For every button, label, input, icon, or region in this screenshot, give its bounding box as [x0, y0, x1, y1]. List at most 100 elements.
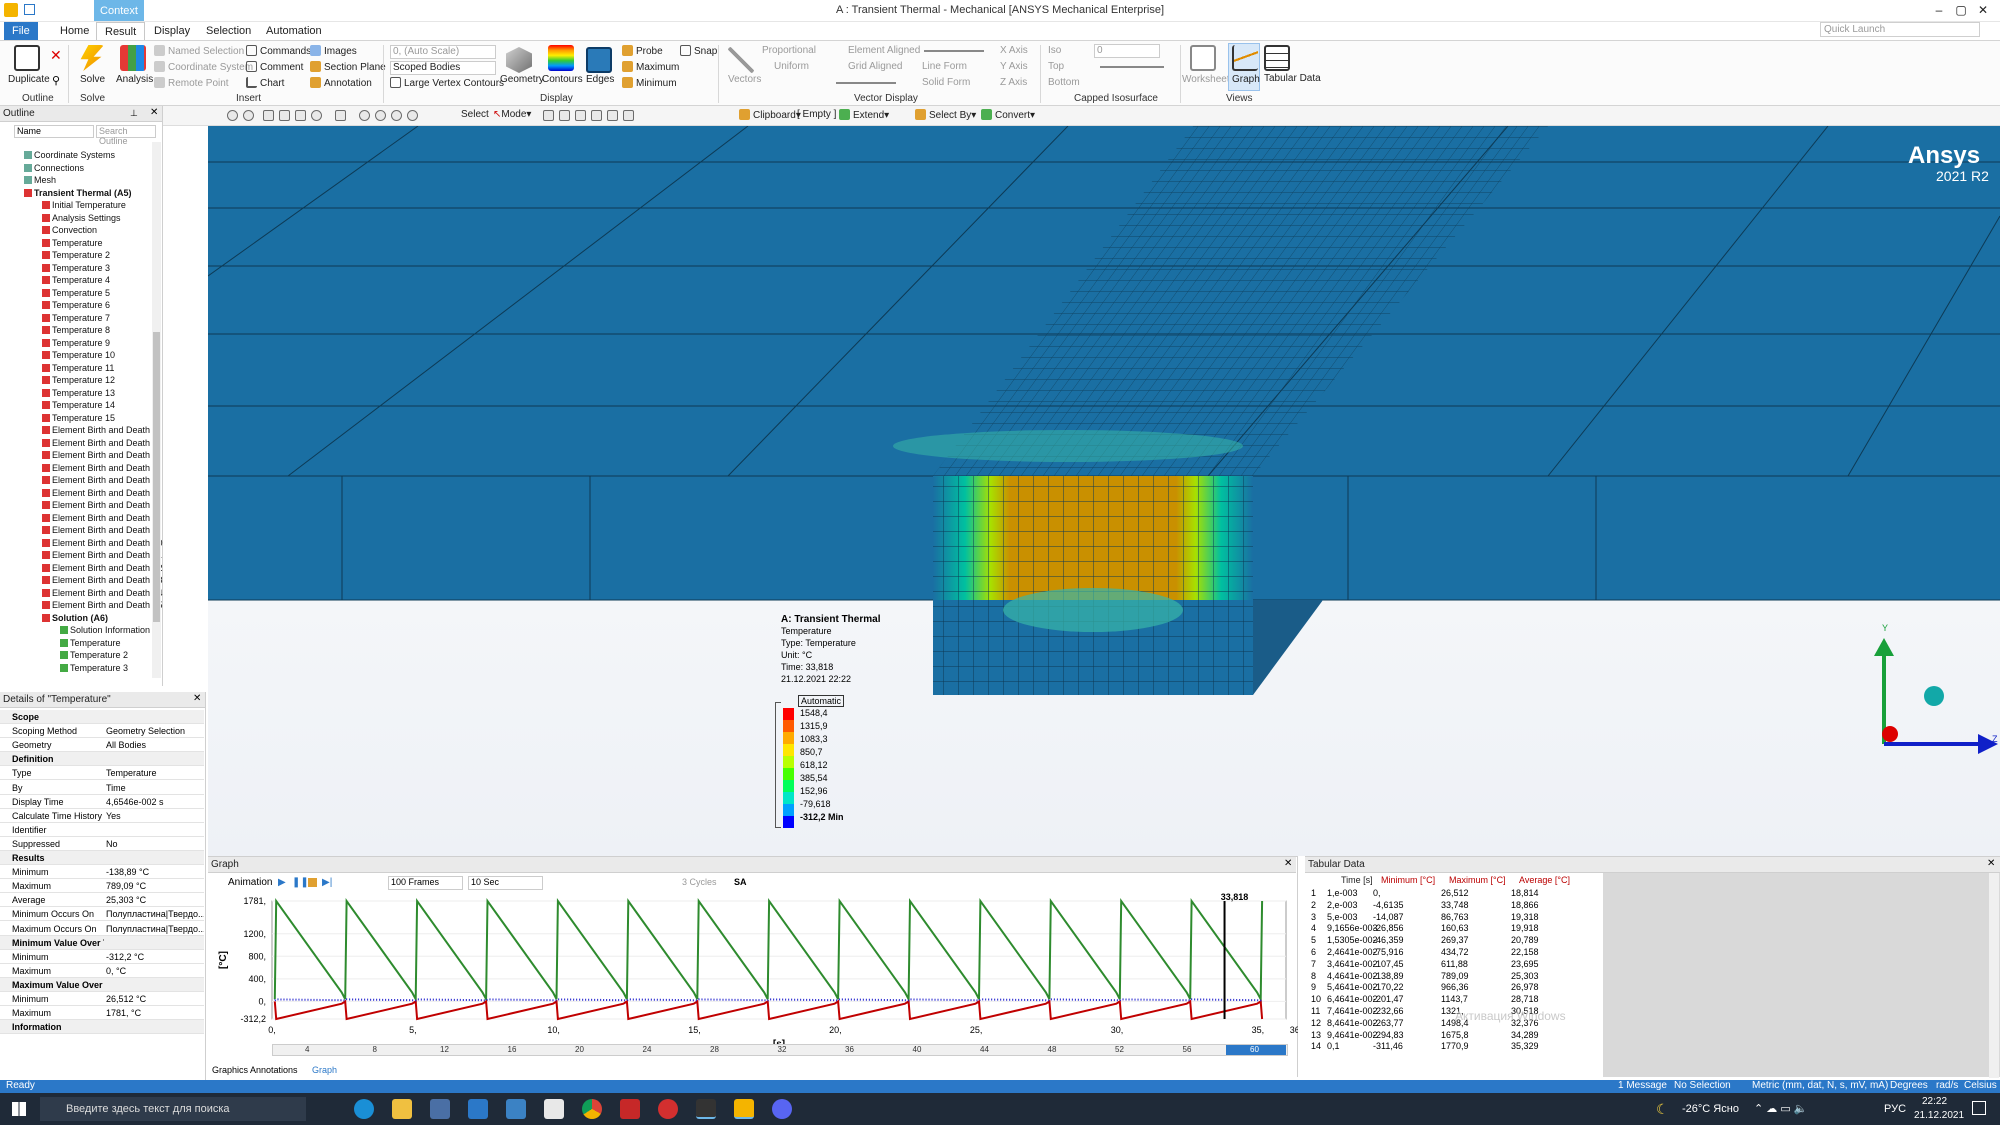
- status-messages[interactable]: 1 Message: [1618, 1080, 1667, 1091]
- element-aligned-button[interactable]: Element Aligned: [848, 45, 920, 56]
- tabular-cell[interactable]: -107,45: [1373, 959, 1437, 971]
- tab-file[interactable]: File: [4, 22, 38, 40]
- analysis-icon[interactable]: [120, 45, 146, 71]
- proportional-button[interactable]: Proportional: [762, 45, 816, 56]
- commands-button[interactable]: Commands: [246, 45, 311, 57]
- scoped-bodies-select[interactable]: Scoped Bodies: [390, 61, 496, 75]
- outline-tree-item[interactable]: Temperature 14: [42, 400, 115, 410]
- tab-result[interactable]: Result: [96, 22, 146, 40]
- contours-icon[interactable]: [548, 45, 574, 71]
- vector-density-slider[interactable]: [836, 82, 896, 84]
- details-value[interactable]: Geometry Selection: [106, 726, 204, 736]
- minimize-icon[interactable]: –: [1930, 3, 1948, 19]
- details-row[interactable]: By Time: [0, 781, 204, 795]
- outline-tree-item[interactable]: Transient Thermal (A5): [24, 188, 132, 198]
- top-button[interactable]: Top: [1048, 61, 1064, 72]
- details-value[interactable]: 1781, °C: [106, 1008, 204, 1018]
- iso-value-input[interactable]: 0: [1094, 44, 1160, 58]
- x-axis-button[interactable]: X Axis: [1000, 45, 1028, 56]
- outline-tree-item[interactable]: Temperature 3: [42, 263, 110, 273]
- play-icon[interactable]: ▶: [278, 877, 286, 888]
- large-vertex-checkbox[interactable]: Large Vertex Contours: [390, 77, 504, 89]
- weather-icon[interactable]: ☾: [1656, 1101, 1669, 1118]
- details-section-header[interactable]: Maximum Value Over Time: [0, 977, 204, 992]
- outline-tree-item[interactable]: Element Birth and Death 12: [42, 563, 163, 573]
- time-history-chart[interactable]: 1781,1200,800,400,0,-312,20, 5, 10, 15, 20, 2…: [208, 891, 1298, 1051]
- tabular-cell[interactable]: -232,66: [1373, 1006, 1437, 1018]
- section-plane-button[interactable]: Section Plane: [310, 61, 386, 73]
- tab-selection[interactable]: Selection: [198, 22, 259, 40]
- animation-timeline[interactable]: 4 8 12 16 20 24 28 32 36 40 44 48 52 56 60: [272, 1044, 1288, 1056]
- tabular-cell[interactable]: 160,63: [1441, 923, 1505, 935]
- cycles-label[interactable]: 3 Cycles: [682, 877, 717, 887]
- iso-slider[interactable]: [1100, 66, 1164, 68]
- graphics-viewport[interactable]: Y Z Ansys 2021 R2 A: Transient Thermal T…: [208, 126, 2000, 856]
- discord-icon[interactable]: [772, 1099, 792, 1119]
- tabular-cell[interactable]: 23,695: [1511, 959, 1575, 971]
- status-units[interactable]: Metric (mm, dat, N, s, mV, mA): [1752, 1080, 1888, 1091]
- tabular-cell[interactable]: 434,72: [1441, 947, 1505, 959]
- status-rads[interactable]: rad/s: [1936, 1080, 1958, 1091]
- zoom-fit-icon[interactable]: [375, 110, 386, 121]
- details-row[interactable]: Maximum Occurs On Полупластина|Твердо...: [0, 922, 204, 936]
- outline-tree-item[interactable]: Temperature 11: [42, 363, 114, 373]
- tabular-cell[interactable]: -46,359: [1373, 935, 1437, 947]
- sa-button[interactable]: SA: [734, 877, 747, 887]
- details-row[interactable]: Identifier: [0, 823, 204, 837]
- maximum-button[interactable]: Maximum: [622, 61, 679, 73]
- details-value[interactable]: 25,303 °C: [106, 895, 204, 905]
- tabular-cell[interactable]: 1675,8: [1441, 1030, 1505, 1042]
- details-value[interactable]: All Bodies: [106, 740, 204, 750]
- probe-button[interactable]: Probe: [622, 45, 663, 57]
- mechanical-icon[interactable]: [734, 1099, 754, 1119]
- tabular-data-icon[interactable]: [1264, 45, 1290, 71]
- outline-tree-item[interactable]: Temperature 3: [60, 663, 128, 673]
- tabular-cell[interactable]: -170,22: [1373, 982, 1437, 994]
- explorer-icon[interactable]: [392, 1099, 412, 1119]
- model-view[interactable]: [208, 126, 2000, 856]
- extend-button[interactable]: Extend▾: [839, 109, 889, 121]
- outline-filter-select[interactable]: Name: [14, 125, 94, 138]
- tabular-cell[interactable]: 1770,9: [1441, 1041, 1505, 1053]
- details-row[interactable]: Maximum 0, °C: [0, 964, 204, 978]
- find-icon[interactable]: ⚲: [52, 74, 60, 87]
- select-button[interactable]: Select: [461, 109, 489, 120]
- outline-tree-item[interactable]: Temperature 5: [42, 288, 110, 298]
- outline-tree-item[interactable]: Temperature 2: [60, 650, 128, 660]
- select-node-icon[interactable]: [607, 110, 618, 121]
- named-selection-button[interactable]: Named Selection: [154, 45, 244, 57]
- wps-icon[interactable]: [620, 1099, 640, 1119]
- details-section-header[interactable]: Minimum Value Over Time: [0, 935, 204, 950]
- quick-launch-input[interactable]: Quick Launch: [1820, 22, 1980, 37]
- outline-tree-item[interactable]: Temperature 10: [42, 350, 115, 360]
- mail-icon[interactable]: [468, 1099, 488, 1119]
- tabular-cell[interactable]: 33,748: [1441, 900, 1505, 912]
- details-value[interactable]: -138,89 °C: [106, 867, 204, 877]
- close-icon[interactable]: ✕: [1284, 858, 1292, 869]
- bottom-button[interactable]: Bottom: [1048, 77, 1080, 88]
- edges-icon[interactable]: [586, 47, 612, 73]
- select-edge-icon[interactable]: [559, 110, 570, 121]
- details-value[interactable]: Temperature: [106, 768, 204, 778]
- details-value[interactable]: 789,09 °C: [106, 881, 204, 891]
- pause-icon[interactable]: ❚❚: [292, 877, 309, 888]
- clipboard-button[interactable]: Clipboard▾: [739, 109, 801, 121]
- outline-tree-item[interactable]: Element Birth and Death: [42, 425, 150, 435]
- view-iso-icon[interactable]: [279, 110, 290, 121]
- details-value[interactable]: Полупластина|Твердо...: [106, 924, 204, 934]
- tab-automation[interactable]: Automation: [258, 22, 330, 40]
- outline-tree-item[interactable]: Element Birth and Death 4: [42, 463, 158, 473]
- tab-graphics-annotations[interactable]: Graphics Annotations: [212, 1065, 298, 1075]
- zoom-all-icon[interactable]: [407, 110, 418, 121]
- windows-start-icon[interactable]: [12, 1102, 26, 1116]
- tabular-cell[interactable]: 789,09: [1441, 971, 1505, 983]
- details-value[interactable]: -312,2 °C: [106, 952, 204, 962]
- y-axis-button[interactable]: Y Axis: [1000, 61, 1028, 72]
- tabular-cell[interactable]: -14,087: [1373, 912, 1437, 924]
- notifications-icon[interactable]: [1972, 1101, 1986, 1115]
- zoom-box-icon[interactable]: [359, 110, 370, 121]
- mode-button[interactable]: ↖Mode▾: [493, 109, 531, 120]
- select-by-button[interactable]: Select By▾: [915, 109, 976, 121]
- restore-icon[interactable]: ▢: [1952, 3, 1970, 19]
- tab-graph[interactable]: Graph: [312, 1065, 337, 1075]
